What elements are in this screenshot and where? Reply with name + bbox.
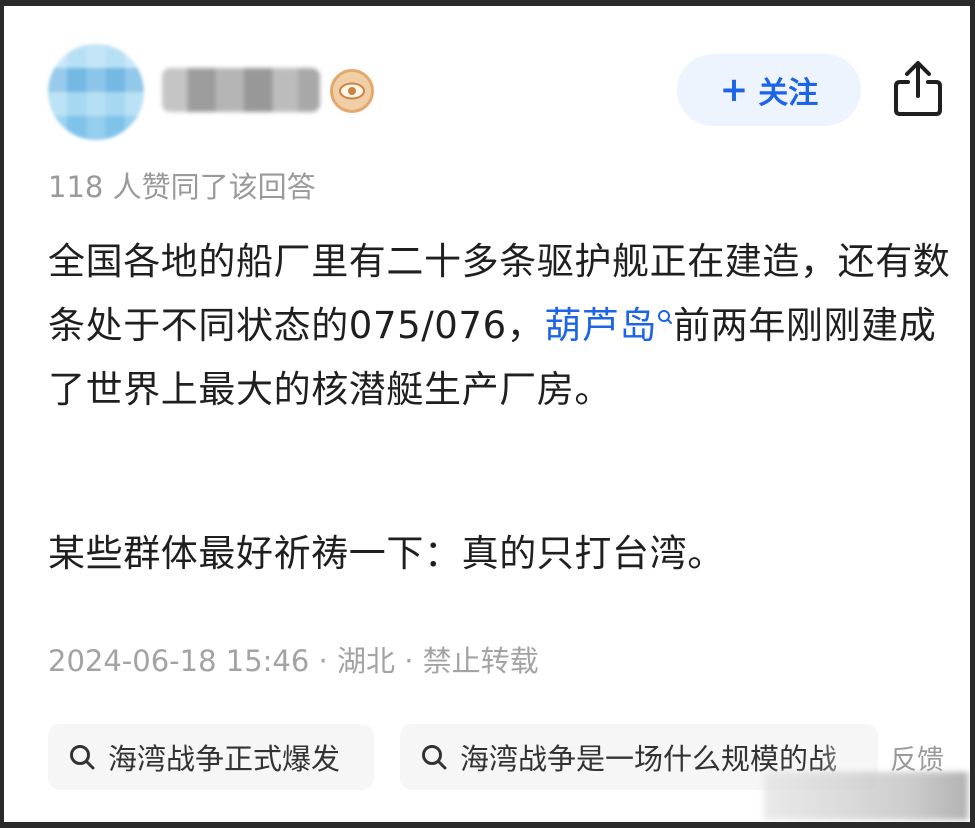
- search-icon: [70, 745, 95, 770]
- topic-link-huludao[interactable]: 葫芦岛: [544, 304, 673, 347]
- likes-count: 118 人赞同了该回答: [48, 170, 316, 204]
- follow-button[interactable]: + 关注: [677, 54, 861, 126]
- related-search-chip[interactable]: 海湾战争正式爆发: [48, 724, 374, 790]
- username-blurred[interactable]: [162, 68, 320, 112]
- follow-label: 关注: [758, 76, 819, 111]
- watermark-blurred: [764, 772, 968, 820]
- eye-icon: [339, 82, 365, 100]
- search-icon: [422, 745, 447, 770]
- plus-icon: +: [719, 70, 749, 110]
- eye-badge-icon: [330, 69, 374, 113]
- answer-paragraph-2: 某些群体最好祈祷一下：真的只打台湾。: [48, 532, 725, 575]
- share-button[interactable]: [890, 58, 946, 118]
- answer-card: + 关注 118 人赞同了该回答 全国各地的船厂里有二十多条驱护舰正在建造，还有…: [4, 6, 970, 822]
- related-search-label: 海湾战争正式爆发: [108, 742, 341, 776]
- topic-link-label: 葫芦岛: [544, 304, 658, 347]
- search-icon: [657, 308, 673, 332]
- share-icon: [894, 61, 942, 116]
- post-meta: 2024-06-18 15:46 · 湖北 · 禁止转载: [48, 644, 539, 678]
- avatar[interactable]: [48, 44, 144, 140]
- answer-paragraph-1: 全国各地的船厂里有二十多条驱护舰正在建造，还有数条处于不同状态的075/076，…: [48, 230, 953, 422]
